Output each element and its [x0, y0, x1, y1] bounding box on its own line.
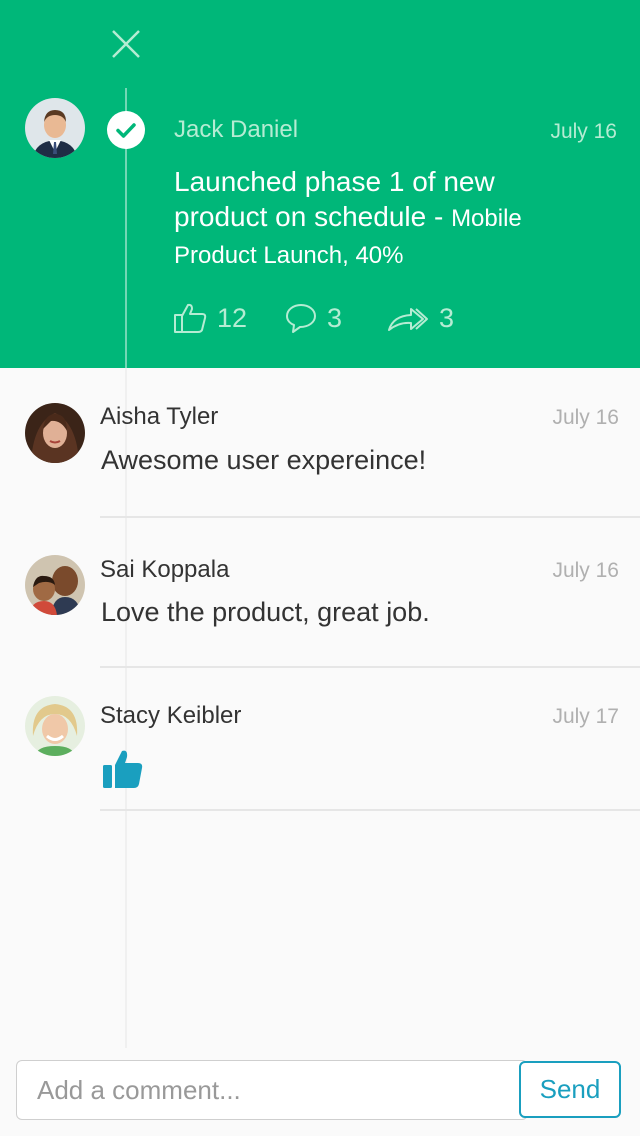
- comment-count: 3: [327, 302, 343, 333]
- send-button[interactable]: Send: [519, 1061, 621, 1118]
- post-header: Jack Daniel July 16 Launched phase 1 of …: [0, 0, 640, 368]
- comment-composer: Send: [0, 1048, 640, 1136]
- post-date: July 16: [550, 120, 617, 143]
- avatar-image: [25, 696, 85, 756]
- avatar-image: [25, 98, 85, 158]
- comment-text: Love the product, great job.: [101, 597, 430, 627]
- thumbs-up-filled-icon: [103, 750, 143, 788]
- comment-item: Aisha Tyler July 16 Awesome user experei…: [0, 368, 640, 518]
- share-button[interactable]: 3: [387, 298, 454, 338]
- like-count: 12: [217, 302, 248, 333]
- share-arrow-icon: [388, 308, 428, 331]
- comment-author[interactable]: Stacy Keibler: [100, 702, 241, 730]
- avatar-image: [25, 403, 85, 463]
- comment-item: Stacy Keibler July 17: [0, 668, 640, 811]
- close-icon: [112, 30, 140, 58]
- avatar-aisha-tyler[interactable]: [25, 403, 85, 463]
- comment-divider: [100, 809, 640, 811]
- speech-bubble-icon: [286, 304, 316, 333]
- avatar-stacy-keibler[interactable]: [25, 696, 85, 756]
- share-count: 3: [439, 302, 455, 333]
- like-button[interactable]: 12: [173, 298, 247, 338]
- post-text: Launched phase 1 of new product on sched…: [174, 164, 594, 273]
- check-icon: [116, 123, 136, 138]
- post-author[interactable]: Jack Daniel: [174, 116, 298, 144]
- completed-badge: [107, 111, 145, 149]
- comment-text: Awesome user expereince!: [101, 445, 427, 475]
- avatar-image: [25, 555, 85, 615]
- post-text-main: Launched phase 1 of new product on sched…: [174, 166, 495, 232]
- avatar-jack-daniel[interactable]: [25, 98, 85, 158]
- comment-author[interactable]: Sai Koppala: [100, 556, 229, 584]
- comment-button[interactable]: 3: [285, 298, 342, 338]
- thumbs-up-icon: [174, 303, 207, 333]
- comment-date: July 16: [552, 406, 619, 429]
- comment-item: Sai Koppala July 16 Love the product, gr…: [0, 518, 640, 668]
- comment-reaction: [102, 748, 144, 795]
- avatar-sai-koppala[interactable]: [25, 555, 85, 615]
- close-button[interactable]: [108, 26, 144, 62]
- comment-date: July 17: [552, 705, 619, 728]
- comment-date: July 16: [552, 559, 619, 582]
- comment-author[interactable]: Aisha Tyler: [100, 403, 218, 431]
- comment-input[interactable]: [16, 1060, 528, 1120]
